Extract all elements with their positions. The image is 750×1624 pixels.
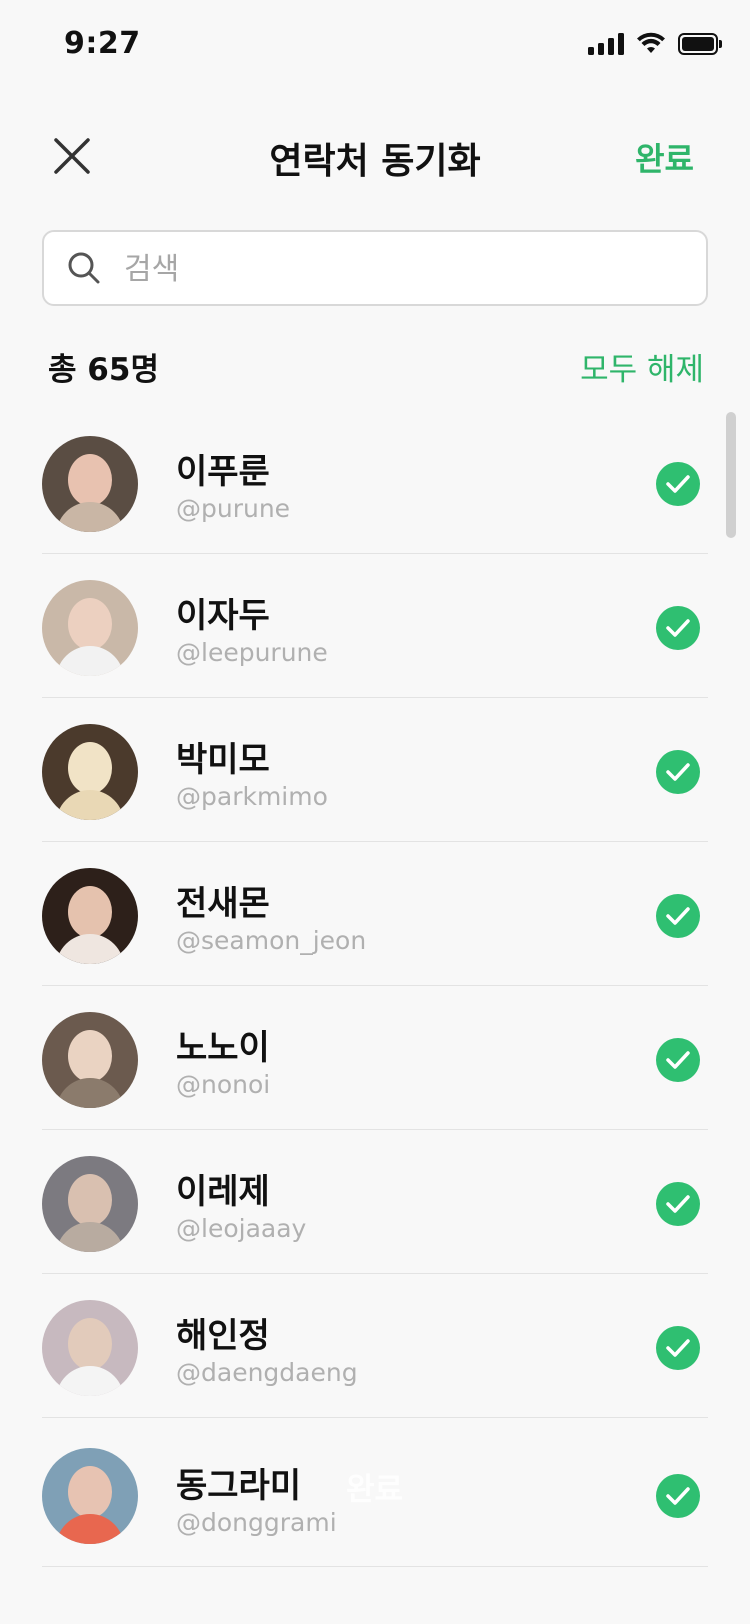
avatar (42, 868, 138, 964)
check-icon[interactable] (656, 894, 700, 938)
contact-handle: @purune (176, 494, 291, 523)
contact-list: 이푸룬 @purune 이자두 @leepurune 박미모 @parkmimo… (42, 410, 708, 1567)
contact-handle: @leepurune (176, 638, 328, 667)
contact-handle: @seamon_jeon (176, 926, 367, 955)
check-icon[interactable] (656, 1038, 700, 1082)
header: 연락처 동기화 완료 (0, 110, 750, 200)
avatar (42, 1300, 138, 1396)
contact-row[interactable]: 이자두 @leepurune (42, 554, 708, 698)
contact-name: 이푸룬 (176, 452, 270, 492)
contact-name: 동그라미 (176, 1466, 302, 1506)
contact-row[interactable]: 박미모 @parkmimo (42, 698, 708, 842)
cellular-signal-icon (588, 33, 624, 55)
status-bar: 9:27 (0, 0, 750, 90)
wifi-icon (637, 32, 665, 53)
scrollbar[interactable] (726, 412, 736, 538)
check-icon[interactable] (656, 462, 700, 506)
status-icons (588, 32, 722, 56)
deselect-all-button[interactable]: 모두 해제 (580, 344, 704, 389)
avatar (42, 1012, 138, 1108)
search-icon (68, 252, 100, 284)
avatar (42, 436, 138, 532)
contact-row[interactable]: 전새몬 @seamon_jeon (42, 842, 708, 986)
contact-name: 전새몬 (176, 884, 270, 924)
floating-done-label: 완료 (346, 1472, 404, 1508)
contact-name: 박미모 (176, 740, 270, 780)
search-box[interactable] (42, 230, 708, 306)
summary-row: 총 65명 모두 해제 (48, 340, 704, 390)
total-count: 총 65명 (48, 352, 159, 388)
check-icon[interactable] (656, 1326, 700, 1370)
avatar (42, 724, 138, 820)
contact-handle: @nonoi (176, 1070, 271, 1099)
check-icon[interactable] (656, 1182, 700, 1226)
contact-name: 해인정 (176, 1316, 270, 1356)
contact-row[interactable]: 노노이 @nonoi (42, 986, 708, 1130)
contact-name: 이레제 (176, 1172, 270, 1212)
avatar (42, 580, 138, 676)
contact-row[interactable]: 이푸룬 @purune (42, 410, 708, 554)
contact-row[interactable]: 해인정 @daengdaeng (42, 1274, 708, 1418)
battery-icon (678, 33, 722, 55)
contact-name: 노노이 (176, 1028, 270, 1068)
status-time: 9:27 (64, 26, 141, 61)
contact-handle: @leojaaay (176, 1214, 307, 1243)
done-button[interactable]: 완료 (635, 134, 694, 180)
check-icon[interactable] (656, 1474, 700, 1518)
avatar (42, 1448, 138, 1544)
search-input[interactable] (122, 244, 686, 294)
check-icon[interactable] (656, 606, 700, 650)
avatar (42, 1156, 138, 1252)
contact-handle: @daengdaeng (176, 1358, 358, 1387)
contact-row[interactable]: 이레제 @leojaaay (42, 1130, 708, 1274)
contact-name: 이자두 (176, 596, 270, 636)
check-icon[interactable] (656, 750, 700, 794)
contact-handle: @parkmimo (176, 782, 328, 811)
contact-handle: @donggrami (176, 1508, 337, 1537)
